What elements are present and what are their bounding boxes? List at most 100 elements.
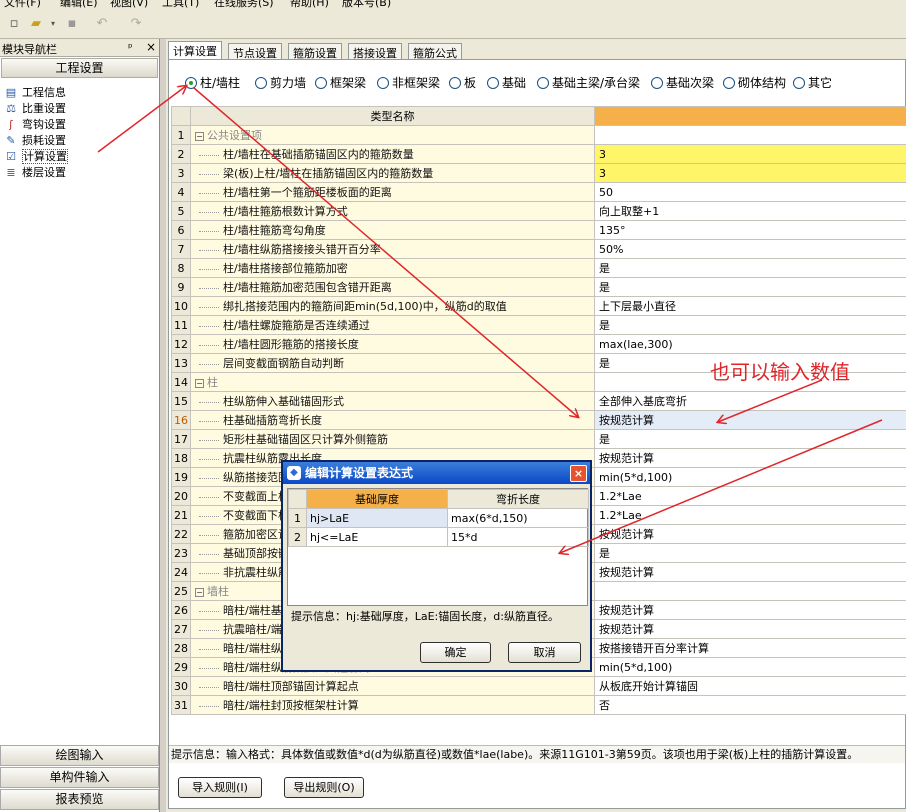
setting-value-cell[interactable]: min(5*d,100)	[594, 467, 906, 487]
radio-foundation-main-beam[interactable]: 基础主梁/承台梁	[537, 74, 640, 92]
dialog-close-icon[interactable]: ×	[570, 465, 587, 482]
setting-value-cell[interactable]: 否	[594, 695, 906, 715]
save-icon[interactable]: ▪	[64, 16, 80, 32]
ok-button[interactable]: 确定	[420, 642, 491, 663]
nav-item-loss[interactable]: ✎ 损耗设置	[0, 133, 159, 149]
setting-value-cell[interactable]: 按规范计算	[594, 524, 906, 544]
setting-value-cell[interactable]: 按规范计算	[594, 600, 906, 620]
nav-item-project-info[interactable]: ▤ 工程信息	[0, 85, 159, 101]
setting-value-cell[interactable]: 从板底开始计算锚固	[594, 676, 906, 696]
menu-view[interactable]: 视图(V)	[110, 0, 148, 9]
dialog-titlebar[interactable]: ◆ 编辑计算设置表达式 ×	[283, 462, 590, 484]
table-row[interactable]: 7 柱/墙柱纵筋搭接接头错开百分率 50%	[171, 239, 906, 259]
nav-item-hook[interactable]: ʃ 弯钩设置	[0, 117, 159, 133]
nav-item-floor[interactable]: ≣ 楼层设置	[0, 165, 159, 181]
menu-version[interactable]: 版本号(B)	[342, 0, 391, 9]
setting-value-cell[interactable]: 50%	[594, 239, 906, 259]
setting-value-cell[interactable]: 是	[594, 429, 906, 449]
setting-value-cell[interactable]: 按规范计算	[594, 448, 906, 468]
redo-icon[interactable]: ↷	[128, 16, 144, 32]
setting-value-cell[interactable]: max(lae,300)	[594, 334, 906, 354]
nav-item-weight[interactable]: ⚖ 比重设置	[0, 101, 159, 117]
setting-value-cell[interactable]: 1.2*Lae	[594, 505, 906, 525]
report-preview-button[interactable]: 报表预览	[0, 789, 159, 810]
undo-icon[interactable]: ↶	[94, 16, 110, 32]
collapse-icon[interactable]: −	[195, 587, 204, 597]
radio-shear-wall[interactable]: 剪力墙	[255, 74, 306, 92]
drawing-input-button[interactable]: 绘图输入	[0, 745, 159, 766]
dropdown-arrow-icon[interactable]: ▾	[45, 16, 61, 32]
menu-online[interactable]: 在线服务(S)	[214, 0, 274, 9]
tab-stirrup[interactable]: 箍筋设置	[288, 43, 342, 60]
table-row[interactable]: 31 暗柱/端柱封顶按框架柱计算 否	[171, 695, 906, 715]
collapse-icon[interactable]: −	[195, 378, 204, 388]
bend-length-cell[interactable]: 15*d	[447, 527, 589, 547]
table-row[interactable]: 11 柱/墙柱螺旋箍筋是否连续通过 是	[171, 315, 906, 335]
nav-item-calc-settings[interactable]: ☑ 计算设置	[0, 149, 159, 165]
radio-nonframe-beam[interactable]: 非框架梁	[377, 74, 440, 92]
table-row[interactable]: 15 柱纵筋伸入基础锚固形式 全部伸入基底弯折	[171, 391, 906, 411]
import-rules-button[interactable]: 导入规则(I)	[178, 777, 262, 798]
tab-calc[interactable]: 计算设置	[168, 41, 222, 60]
cancel-button[interactable]: 取消	[508, 642, 581, 663]
nav-section-title[interactable]: 工程设置	[1, 58, 158, 78]
tab-lap[interactable]: 搭接设置	[348, 43, 402, 60]
table-row[interactable]: 3 梁(板)上柱/墙柱在插筋锚固区内的箍筋数量 3	[171, 163, 906, 183]
single-input-button[interactable]: 单构件输入	[0, 767, 159, 788]
setting-value-cell[interactable]: 50	[594, 182, 906, 202]
open-folder-icon[interactable]: ▰	[28, 16, 44, 32]
table-row[interactable]: 8 柱/墙柱搭接部位箍筋加密 是	[171, 258, 906, 278]
setting-value-cell[interactable]: 按规范计算	[594, 562, 906, 582]
setting-value-cell[interactable]: 全部伸入基底弯折	[594, 391, 906, 411]
table-row[interactable]: 2 柱/墙柱在基础插筋锚固区内的箍筋数量 3	[171, 144, 906, 164]
setting-value-cell[interactable]: 135°	[594, 220, 906, 240]
menu-help[interactable]: 帮助(H)	[290, 0, 329, 9]
radio-foundation[interactable]: 基础	[487, 74, 526, 92]
table-row[interactable]: 2 hj<=LaE 15*d	[288, 527, 589, 547]
tab-stirrup-formula[interactable]: 箍筋公式	[408, 43, 462, 60]
table-row[interactable]: 16 柱基础插筋弯折长度 按规范计算	[171, 410, 906, 430]
setting-value-cell[interactable]: min(5*d,100)	[594, 657, 906, 677]
radio-foundation-secondary-beam[interactable]: 基础次梁	[651, 74, 714, 92]
condition-cell[interactable]: hj<=LaE	[306, 527, 448, 547]
setting-value-cell[interactable]: 3	[594, 144, 906, 164]
export-rules-button[interactable]: 导出规则(O)	[284, 777, 364, 798]
table-row[interactable]: 4 柱/墙柱第一个箍筋距楼板面的距离 50	[171, 182, 906, 202]
table-row[interactable]: 17 矩形柱基础锚固区只计算外侧箍筋 是	[171, 429, 906, 449]
radio-slab[interactable]: 板	[449, 74, 476, 92]
menu-tools[interactable]: 工具(T)	[162, 0, 199, 9]
table-row[interactable]: 30 暗柱/端柱顶部锚固计算起点 从板底开始计算锚固	[171, 676, 906, 696]
table-row[interactable]: 10 绑扎搭接范围内的箍筋间距min(5d,100)中，纵筋d的取值 上下层最小直径	[171, 296, 906, 316]
collapse-icon[interactable]: −	[195, 131, 204, 141]
close-icon[interactable]: ×	[146, 40, 156, 54]
setting-value-cell[interactable]: 按搭接错开百分率计算	[594, 638, 906, 658]
setting-value-cell[interactable]: 1.2*Lae	[594, 486, 906, 506]
setting-value-cell[interactable]: 是	[594, 277, 906, 297]
setting-value-cell[interactable]: 上下层最小直径	[594, 296, 906, 316]
menu-edit[interactable]: 编辑(E)	[60, 0, 98, 9]
setting-value-cell[interactable]: 是	[594, 258, 906, 278]
setting-value-cell[interactable]: 是	[594, 315, 906, 335]
setting-value-cell[interactable]: 向上取整+1	[594, 201, 906, 221]
setting-value-cell[interactable]: 3	[594, 163, 906, 183]
table-row[interactable]: 9 柱/墙柱箍筋加密范围包含错开距离 是	[171, 277, 906, 297]
setting-name: 墙柱	[207, 585, 229, 598]
setting-value-cell[interactable]: 按规范计算	[594, 619, 906, 639]
setting-value-cell[interactable]: 是	[594, 543, 906, 563]
radio-frame-beam[interactable]: 框架梁	[315, 74, 366, 92]
radio-other[interactable]: 其它	[793, 74, 832, 92]
new-file-icon[interactable]: ▫	[6, 16, 22, 32]
menu-file[interactable]: 文件(F)	[4, 0, 41, 9]
condition-cell[interactable]: hj>LaE	[306, 508, 448, 528]
tab-node[interactable]: 节点设置	[228, 43, 282, 60]
radio-column[interactable]: 柱/墙柱	[185, 74, 240, 92]
table-row[interactable]: 5 柱/墙柱箍筋根数计算方式 向上取整+1	[171, 201, 906, 221]
table-row[interactable]: 12 柱/墙柱圆形箍筋的搭接长度 max(lae,300)	[171, 334, 906, 354]
setting-value-cell[interactable]: 按规范计算	[594, 410, 906, 430]
group-row[interactable]: 1− 公共设置项	[171, 125, 906, 145]
table-row[interactable]: 1 hj>LaE max(6*d,150)	[288, 508, 589, 528]
radio-masonry[interactable]: 砌体结构	[723, 74, 786, 92]
table-row[interactable]: 6 柱/墙柱箍筋弯勾角度 135°	[171, 220, 906, 240]
bend-length-cell[interactable]: max(6*d,150)	[447, 508, 589, 528]
pin-icon[interactable]: ᵖ	[128, 41, 133, 54]
